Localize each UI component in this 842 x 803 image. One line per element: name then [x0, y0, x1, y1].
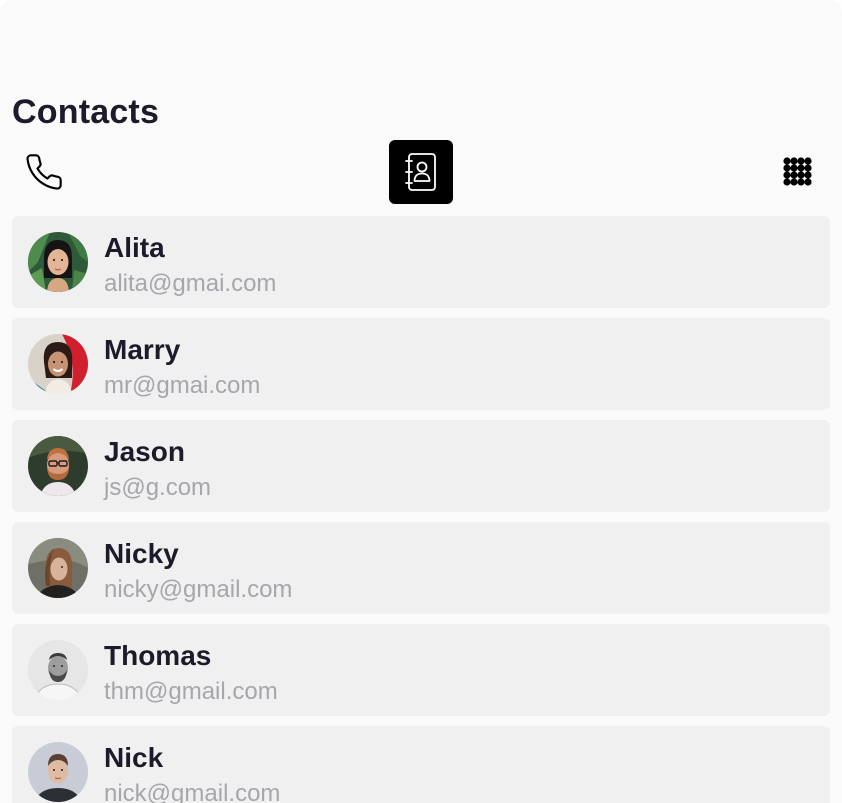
- contact-item[interactable]: Nicky nicky@gmail.com: [12, 522, 830, 614]
- contact-book-icon: [405, 153, 436, 191]
- contact-name: Alita: [104, 232, 165, 263]
- contact-email: nicky@gmail.com: [104, 576, 293, 603]
- dialpad-icon: [783, 157, 812, 186]
- tab-phone[interactable]: [12, 140, 76, 204]
- contact-item[interactable]: Thomas thm@gmail.com: [12, 624, 830, 716]
- contact-name: Nicky: [104, 538, 179, 569]
- contact-item[interactable]: Jason js@g.com: [12, 420, 830, 512]
- phone-icon: [26, 154, 62, 190]
- contact-item[interactable]: Alita alita@gmai.com: [12, 216, 830, 308]
- contact-email: mr@gmai.com: [104, 372, 261, 399]
- contact-list: Alita alita@gmai.com Marry mr@gmai.com J…: [12, 216, 830, 803]
- tab-bar: [0, 140, 842, 204]
- contact-email: nick@gmail.com: [104, 780, 281, 803]
- contact-email: js@g.com: [104, 474, 212, 501]
- contact-name: Jason: [104, 436, 185, 467]
- contact-item[interactable]: Marry mr@gmai.com: [12, 318, 830, 410]
- contact-name: Marry: [104, 334, 181, 365]
- avatar: [28, 538, 88, 598]
- contact-name: Nick: [104, 742, 164, 773]
- contact-email: thm@gmail.com: [104, 678, 278, 705]
- avatar: [28, 742, 88, 802]
- contact-email: alita@gmai.com: [104, 270, 277, 297]
- page-title: Contacts: [12, 93, 160, 131]
- contact-item[interactable]: Nick nick@gmail.com: [12, 726, 830, 803]
- avatar: [28, 232, 88, 292]
- contact-name: Thomas: [104, 640, 212, 671]
- avatar: [28, 436, 88, 496]
- avatar: [28, 334, 88, 394]
- contacts-screen: Contacts Alita alita@gmai.com Marry mr@g…: [0, 0, 842, 803]
- tab-contacts[interactable]: [389, 140, 453, 204]
- avatar: [28, 640, 88, 700]
- tab-dialpad[interactable]: [766, 140, 830, 204]
